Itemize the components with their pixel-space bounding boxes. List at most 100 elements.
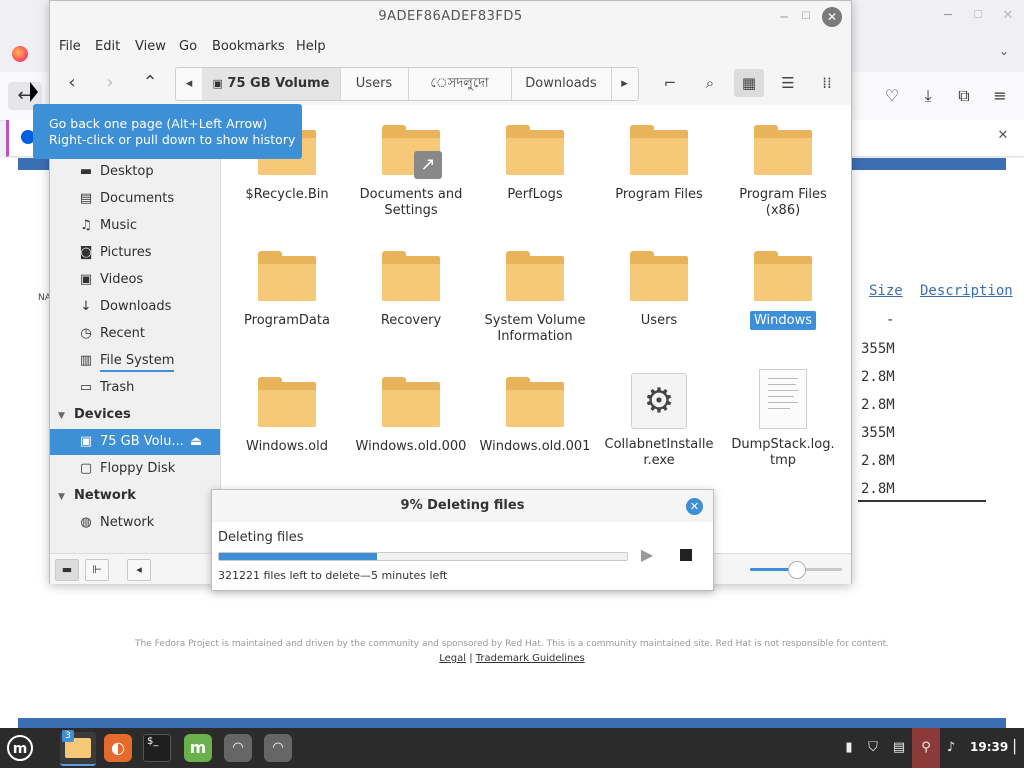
shield-icon[interactable]: ⛉ xyxy=(864,738,882,758)
notice-close-icon[interactable]: ✕ xyxy=(995,128,1011,144)
sidebar-item-network[interactable]: ◍ Network xyxy=(50,510,220,536)
mint-menu-icon[interactable]: m xyxy=(4,732,36,764)
file-item-selected[interactable]: Windows xyxy=(721,251,845,330)
devices-heading[interactable]: ▼ Devices xyxy=(58,402,218,428)
trademark-link[interactable]: Trademark Guidelines xyxy=(476,653,585,664)
file-item[interactable]: DumpStack.log.tmp xyxy=(721,369,845,469)
forward-icon[interactable]: › xyxy=(96,69,124,97)
sidebar-item-filesystem[interactable]: ▥ File System xyxy=(50,348,220,374)
download-icon[interactable]: ⤓ xyxy=(916,84,940,108)
menu-file[interactable]: File xyxy=(59,39,81,54)
back-icon[interactable]: ‹ xyxy=(58,69,86,97)
firefox-app-icon[interactable]: ◐ xyxy=(104,734,132,762)
pictures-icon: ◙ xyxy=(79,245,93,260)
file-item[interactable]: Windows.old.001 xyxy=(473,377,597,455)
file-item[interactable]: PerfLogs xyxy=(473,125,597,203)
places-pane-icon[interactable]: ▬ xyxy=(55,559,79,581)
dialog-close-icon[interactable]: ✕ xyxy=(686,498,703,515)
firefox-icon[interactable] xyxy=(12,46,28,62)
browser-minimize-icon[interactable]: ─ xyxy=(940,8,956,24)
network-heading[interactable]: ▼ Network xyxy=(58,483,218,509)
location-toggle-icon[interactable]: ⌐ xyxy=(655,69,685,97)
menu-edit[interactable]: Edit xyxy=(95,39,120,54)
mouse-cursor-icon xyxy=(30,82,38,102)
resume-icon[interactable]: ▶ xyxy=(638,546,656,564)
hamburger-menu-icon[interactable]: ≡ xyxy=(988,84,1012,108)
description-column-header[interactable]: Description xyxy=(920,283,1013,299)
browser-maximize-icon[interactable]: ☐ xyxy=(970,8,986,24)
sidebar-item-recent[interactable]: ◷ Recent xyxy=(50,321,220,347)
notes-icon[interactable]: ▮ xyxy=(840,738,858,758)
list-view-icon[interactable]: ☰ xyxy=(773,69,803,97)
toggle-sidebar-icon[interactable]: ◂ xyxy=(127,559,151,581)
sidebar-item-downloads[interactable]: ↓ Downloads xyxy=(50,294,220,320)
sidebar-item-desktop[interactable]: ▬ Desktop xyxy=(50,159,220,185)
file-item[interactable]: Windows.old xyxy=(225,377,349,455)
devices-heading-label: Devices xyxy=(74,407,131,422)
size-cell: 355M xyxy=(861,425,895,441)
size-cell: 2.8M xyxy=(861,397,895,413)
sidebar-item-pictures[interactable]: ◙ Pictures xyxy=(50,240,220,266)
volume-icon[interactable]: ♪ xyxy=(942,738,960,758)
eject-icon[interactable]: ⏏ xyxy=(190,429,202,455)
search-icon[interactable]: ⌕ xyxy=(695,69,725,97)
menu-help[interactable]: Help xyxy=(296,39,326,54)
file-item[interactable]: Program Files xyxy=(597,125,721,203)
menu-bookmarks[interactable]: Bookmarks xyxy=(212,39,285,54)
extensions-icon[interactable]: ⧉ xyxy=(952,84,976,108)
breadcrumb-right-arrow-icon[interactable]: ▸ xyxy=(611,68,638,100)
compact-view-icon[interactable]: ⁞⁞ xyxy=(812,69,842,97)
sidebar-item-videos[interactable]: ▣ Videos xyxy=(50,267,220,293)
file-item[interactable]: System Volume Information xyxy=(473,251,597,345)
maximize-icon[interactable]: ☐ xyxy=(798,9,814,25)
breadcrumb-item-user[interactable]: েসদলুদো xyxy=(408,68,512,100)
minimize-icon[interactable]: ─ xyxy=(776,9,792,25)
file-item[interactable]: ↗ Documents and Settings xyxy=(349,125,473,219)
breadcrumb-item-downloads[interactable]: Downloads xyxy=(511,68,612,100)
sidebar-item-documents[interactable]: ▤ Documents xyxy=(50,186,220,212)
breadcrumb-item-users[interactable]: Users xyxy=(340,68,409,100)
zoom-slider-handle[interactable] xyxy=(788,561,806,579)
mintinstall-app-icon[interactable]: m xyxy=(184,734,212,762)
videos-icon: ▣ xyxy=(79,272,93,287)
sidebar-item-floppy[interactable]: ▢ Floppy Disk xyxy=(50,456,220,482)
sidebar-item-label: Recent xyxy=(100,326,145,341)
network-app-icon-2[interactable]: ◠ xyxy=(264,734,292,762)
terminal-app-icon[interactable]: $_ xyxy=(143,734,171,762)
show-desktop-icon[interactable]: ▏ xyxy=(1014,738,1024,758)
sidebar-item-music[interactable]: ♫ Music xyxy=(50,213,220,239)
sidebar: ▬ Desktop ▤ Documents ♫ Music ◙ Pictures… xyxy=(50,105,221,553)
sidebar-item-75gb-volume[interactable]: ▣ 75 GB Volu... ⏏ xyxy=(50,429,220,455)
sidebar-item-trash[interactable]: ▭ Trash xyxy=(50,375,220,401)
tooltip-line-1: Go back one page (Alt+Left Arrow) xyxy=(49,116,268,131)
breadcrumb-item-volume[interactable]: ▣ 75 GB Volume xyxy=(202,68,341,100)
file-item[interactable]: Program Files (x86) xyxy=(721,125,845,219)
menu-view[interactable]: View xyxy=(135,39,166,54)
pocket-icon[interactable]: ♡ xyxy=(880,84,904,108)
breadcrumb-left-arrow-icon[interactable]: ◂ xyxy=(176,68,203,100)
dialog-title: 9% Deleting files xyxy=(212,490,713,522)
file-item[interactable]: ProgramData xyxy=(225,251,349,329)
file-item[interactable]: Users xyxy=(597,251,721,329)
file-item[interactable]: Windows.old.000 xyxy=(349,377,473,455)
legal-link[interactable]: Legal xyxy=(439,653,466,664)
up-icon[interactable]: ⌃ xyxy=(136,69,164,97)
file-item[interactable]: Recovery xyxy=(349,251,473,329)
network-tray-icon[interactable]: ⚲ xyxy=(912,728,940,768)
trash-icon: ▭ xyxy=(79,380,93,395)
network-app-icon[interactable]: ◠ xyxy=(224,734,252,762)
network-heading-label: Network xyxy=(74,488,136,503)
window-count-badge: 3 xyxy=(62,730,74,742)
size-cell: 2.8M xyxy=(861,453,895,469)
close-icon[interactable]: ✕ xyxy=(822,7,842,27)
update-icon[interactable]: ▤ xyxy=(890,738,908,758)
tree-pane-icon[interactable]: ⊩ xyxy=(85,559,109,581)
browser-close-icon[interactable]: ✕ xyxy=(1000,8,1016,24)
tab-list-icon[interactable]: ⌄ xyxy=(996,44,1012,60)
size-column-header[interactable]: Size xyxy=(869,283,903,299)
menu-go[interactable]: Go xyxy=(179,39,197,54)
stop-icon[interactable] xyxy=(680,549,692,561)
drive-icon: ▣ xyxy=(79,434,93,449)
icon-view-icon[interactable]: ▦ xyxy=(734,69,764,97)
file-item[interactable]: ⚙ CollabnetInstaller.exe xyxy=(597,373,721,469)
